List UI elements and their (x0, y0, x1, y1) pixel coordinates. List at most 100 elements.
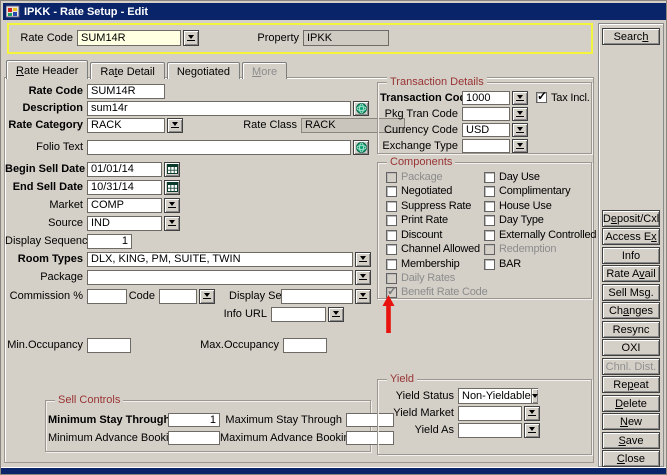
market-lov-button[interactable] (164, 198, 180, 213)
begin-sell-date-label: Begin Sell Date (5, 163, 87, 175)
header-box: Rate Code Property (7, 23, 593, 54)
info-url-lov-button[interactable] (328, 307, 344, 322)
rate-code-lov-button[interactable] (183, 30, 199, 46)
yield-as-label: Yield As (380, 424, 458, 436)
oxi-button[interactable]: OXI (602, 339, 660, 356)
resync-button[interactable]: Resync (602, 321, 660, 338)
currency-code-lov-button[interactable] (512, 123, 528, 137)
bar-checkbox[interactable] (484, 259, 495, 270)
max-occupancy-input[interactable] (283, 338, 327, 353)
info-button[interactable]: Info (602, 247, 660, 264)
house-use-checkbox[interactable] (484, 201, 495, 212)
description-globe-button[interactable] (353, 101, 369, 116)
exchange-type-input[interactable] (462, 139, 510, 153)
day-type-checkbox[interactable] (484, 215, 495, 226)
print-rate-checkbox[interactable] (386, 215, 397, 226)
property-input[interactable] (303, 30, 389, 46)
pkg-tran-code-label: Pkg Tran Code (380, 108, 462, 120)
code-lov-button[interactable] (199, 289, 215, 304)
delete-button[interactable]: Delete (602, 395, 660, 412)
externally-controlled-label: Externally Controlled (499, 229, 596, 241)
display-set-input[interactable] (281, 289, 353, 304)
tab-rate-header[interactable]: Rate Header (6, 60, 88, 79)
dropdown-arrow-icon[interactable] (531, 389, 538, 403)
room-types-input[interactable] (87, 252, 353, 267)
pkg-tran-code-lov-button[interactable] (512, 107, 528, 121)
max-stay-label: Maximum Stay Through (220, 414, 346, 426)
yield-market-lov-button[interactable] (524, 406, 540, 421)
min-adv-label: Minimum Advance Booking (48, 432, 168, 444)
transaction-code-lov-button[interactable] (512, 91, 528, 105)
print-rate-label: Print Rate (401, 214, 448, 226)
membership-checkbox[interactable] (386, 259, 397, 270)
pkg-tran-code-input[interactable] (462, 107, 510, 121)
source-lov-button[interactable] (164, 216, 180, 231)
rate-code-header-label: Rate Code (13, 32, 77, 44)
day-use-checkbox[interactable] (484, 172, 495, 183)
rate-category-input[interactable] (87, 118, 165, 133)
discount-checkbox[interactable] (386, 230, 397, 241)
close-button[interactable]: Close (602, 450, 660, 467)
commission-input[interactable] (87, 289, 127, 304)
folio-text-label: Folio Text (5, 141, 87, 153)
repeat-button[interactable]: Repeat (602, 376, 660, 393)
folio-text-globe-button[interactable] (353, 140, 369, 155)
source-input[interactable] (87, 216, 162, 231)
description-input[interactable] (87, 101, 351, 116)
rate-avail-button[interactable]: Rate Avail (602, 265, 660, 282)
tab-negotiated[interactable]: Negotiated (167, 62, 240, 79)
package-input[interactable] (87, 270, 353, 285)
min-adv-input[interactable] (168, 431, 220, 445)
rate-code-input[interactable] (87, 84, 165, 99)
action-button-panel: Search Deposit/Cxl Access Ex Info Rate A… (598, 23, 664, 467)
externally-controlled-checkbox[interactable] (484, 230, 495, 241)
rate-category-lov-button[interactable] (167, 118, 183, 133)
begin-sell-date-input[interactable] (87, 162, 162, 177)
globe-icon (356, 103, 367, 114)
display-set-lov-button[interactable] (355, 289, 371, 304)
code-input[interactable] (159, 289, 197, 304)
currency-code-input[interactable] (462, 123, 510, 137)
benefit-rate-code-label: Benefit Rate Code (401, 286, 488, 298)
complimentary-checkbox[interactable] (484, 186, 495, 197)
transaction-code-input[interactable] (462, 91, 510, 105)
end-sell-date-input[interactable] (87, 180, 162, 195)
yield-group: Yield Yield Status Non-Yieldable Yield M… (377, 379, 592, 455)
begin-sell-date-calendar-button[interactable] (164, 162, 180, 177)
tax-incl-checkbox[interactable]: ✓ (536, 92, 547, 103)
search-button[interactable]: Search (602, 28, 660, 45)
rate-class-label: Rate Class (201, 119, 301, 131)
new-button[interactable]: New (602, 413, 660, 430)
end-sell-date-calendar-button[interactable] (164, 180, 180, 195)
suppress-rate-checkbox[interactable] (386, 201, 397, 212)
market-input[interactable] (87, 198, 162, 213)
min-occupancy-input[interactable] (87, 338, 131, 353)
daily-rates-checkbox (386, 273, 397, 284)
negotiated-checkbox[interactable] (386, 186, 397, 197)
folio-text-input[interactable] (87, 140, 351, 155)
save-button[interactable]: Save (602, 432, 660, 449)
components-title: Components (387, 156, 455, 168)
yield-as-input[interactable] (458, 423, 522, 438)
yield-status-label: Yield Status (380, 390, 458, 402)
yield-as-lov-button[interactable] (524, 423, 540, 438)
transaction-code-label: Transaction Code (380, 92, 462, 104)
tab-rate-detail[interactable]: Rate Detail (90, 62, 164, 79)
access-ex-button[interactable]: Access Ex (602, 228, 660, 245)
deposit-cxl-button[interactable]: Deposit/Cxl (602, 210, 660, 227)
package-lov-button[interactable] (355, 270, 371, 285)
globe-icon (356, 142, 367, 153)
changes-button[interactable]: Changes (602, 302, 660, 319)
min-occupancy-label: Min.Occupancy (5, 339, 87, 351)
yield-market-input[interactable] (458, 406, 522, 421)
info-url-input[interactable] (271, 307, 326, 322)
room-types-lov-button[interactable] (355, 252, 371, 267)
rate-code-header-input[interactable] (77, 30, 181, 46)
min-stay-input[interactable] (168, 413, 220, 427)
yield-status-combo[interactable]: Non-Yieldable (458, 388, 538, 404)
display-sequence-input[interactable] (87, 234, 132, 249)
exchange-type-lov-button[interactable] (512, 139, 528, 153)
components-group: Components Package Negotiated Suppress R… (377, 162, 592, 299)
channel-allowed-checkbox[interactable] (386, 244, 397, 255)
sell-msg-button[interactable]: Sell Msg. (602, 284, 660, 301)
